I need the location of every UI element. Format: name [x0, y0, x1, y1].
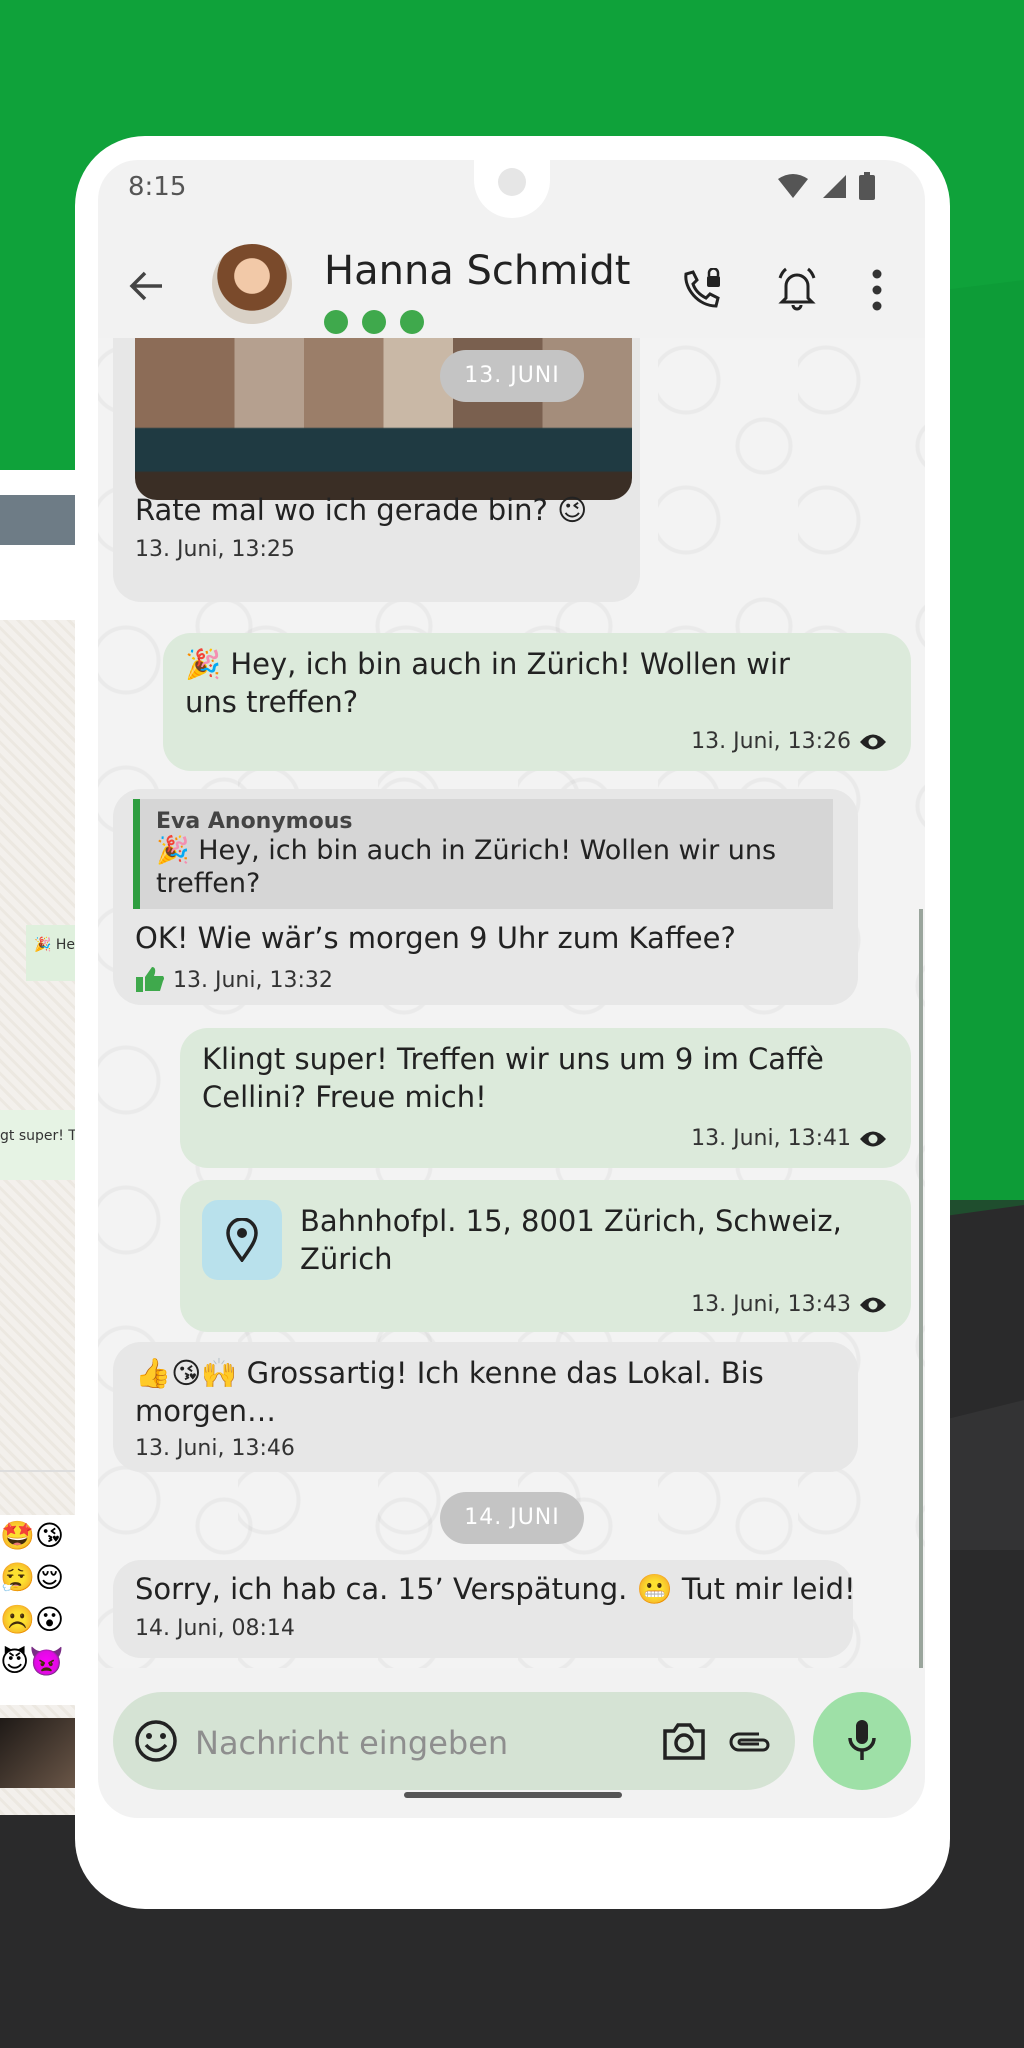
message-timestamp: 13. Juni, 13:26	[691, 729, 851, 754]
voice-record-button[interactable]	[813, 1692, 911, 1790]
avatar[interactable]	[212, 244, 292, 324]
contact-name[interactable]: Hanna Schmidt	[324, 248, 630, 294]
background-phone: 🎉 He gt super! Tr 🤩😘 😮‍💨😌 ☹️😮 😈👿	[0, 470, 76, 1815]
background-photo	[0, 1718, 76, 1788]
location-pin-icon	[226, 1218, 258, 1262]
incoming-message[interactable]: 👍😘🙌 Grossartig! Ich kenne das Lokal. Bis…	[113, 1342, 858, 1472]
message-text: Klingt super! Treffen wir uns um 9 im Ca…	[202, 1042, 824, 1114]
message-list[interactable]: Rate mal wo ich gerade bin? 😉 13. Juni, …	[98, 338, 925, 1668]
scrollbar[interactable]	[919, 909, 923, 1668]
microphone-icon	[848, 1720, 876, 1760]
outgoing-message[interactable]: 🎉 Hey, ich bin auch in Zürich! Wollen wi…	[163, 633, 911, 771]
background-bubble: gt super! Tr	[0, 1110, 76, 1180]
emoji-icon[interactable]	[133, 1718, 179, 1764]
divider	[0, 1470, 76, 1472]
message-text: Sorry, ich hab ca. 15’ Verspätung. 😬 Tut…	[135, 1572, 856, 1606]
battery-icon	[859, 172, 875, 200]
message-text: 🎉 Hey, ich bin auch in Zürich! Wollen wi…	[185, 647, 790, 719]
message-text: OK! Wie wär’s morgen 9 Uhr zum Kaffee?	[135, 921, 736, 955]
background-phone-header	[0, 495, 76, 545]
phone-call-icon[interactable]	[680, 268, 724, 312]
seen-eye-icon	[860, 1131, 886, 1147]
wifi-icon	[778, 174, 808, 198]
chat-header: Hanna Schmidt	[98, 230, 925, 350]
background-emoji-grid: 🤩😘 😮‍💨😌 ☹️😮 😈👿	[0, 1515, 76, 1705]
incoming-message[interactable]: Sorry, ich hab ca. 15’ Verspätung. 😬 Tut…	[113, 1560, 856, 1658]
seen-eye-icon	[860, 1297, 886, 1313]
status-time: 8:15	[128, 172, 187, 202]
message-timestamp: 13. Juni, 13:43	[691, 1292, 851, 1317]
quoted-message[interactable]: Eva Anonymous 🎉 Hey, ich bin auch in Zür…	[133, 799, 833, 909]
location-thumbnail[interactable]	[202, 1200, 282, 1280]
location-address: Bahnhofpl. 15, 8001 Zürich, Schweiz, Zür…	[300, 1204, 842, 1276]
verification-dots	[324, 310, 424, 334]
camera-icon[interactable]	[661, 1718, 707, 1764]
location-message[interactable]: Bahnhofpl. 15, 8001 Zürich, Schweiz, Zür…	[180, 1180, 911, 1332]
message-timestamp: 14. Juni, 08:14	[135, 1616, 295, 1641]
outgoing-message[interactable]: Klingt super! Treffen wir uns um 9 im Ca…	[180, 1028, 911, 1168]
message-timestamp: 13. Juni, 13:41	[691, 1126, 851, 1151]
more-vert-icon[interactable]	[870, 268, 884, 312]
message-text: 👍😘🙌 Grossartig! Ich kenne das Lokal. Bis…	[135, 1356, 764, 1428]
back-arrow-icon[interactable]	[128, 268, 164, 304]
message-timestamp: 13. Juni, 13:32	[173, 968, 333, 993]
status-icons	[777, 172, 875, 200]
chat-screen: 8:15 Hanna Schmidt Rate mal wo ich gerad…	[98, 160, 925, 1818]
background-bubble: 🎉 He	[26, 925, 76, 981]
message-input-container	[113, 1692, 795, 1790]
message-timestamp: 13. Juni, 13:46	[135, 1436, 295, 1461]
message-input[interactable]	[193, 1712, 617, 1774]
signal-icon	[823, 175, 846, 198]
seen-eye-icon	[860, 734, 886, 750]
notification-bell-icon[interactable]	[774, 266, 820, 312]
incoming-message[interactable]: Eva Anonymous 🎉 Hey, ich bin auch in Zür…	[113, 789, 858, 1005]
quote-text: 🎉 Hey, ich bin auch in Zürich! Wollen wi…	[156, 835, 777, 899]
quote-author: Eva Anonymous	[156, 809, 353, 834]
date-pill: 14. JUNI	[440, 1492, 584, 1544]
thumbs-up-icon	[136, 967, 164, 992]
home-indicator[interactable]	[404, 1792, 622, 1798]
message-timestamp: 13. Juni, 13:25	[135, 537, 295, 562]
message-text: Rate mal wo ich gerade bin? 😉	[135, 493, 588, 527]
attach-icon[interactable]	[725, 1720, 773, 1764]
date-pill: 13. JUNI	[440, 350, 584, 402]
